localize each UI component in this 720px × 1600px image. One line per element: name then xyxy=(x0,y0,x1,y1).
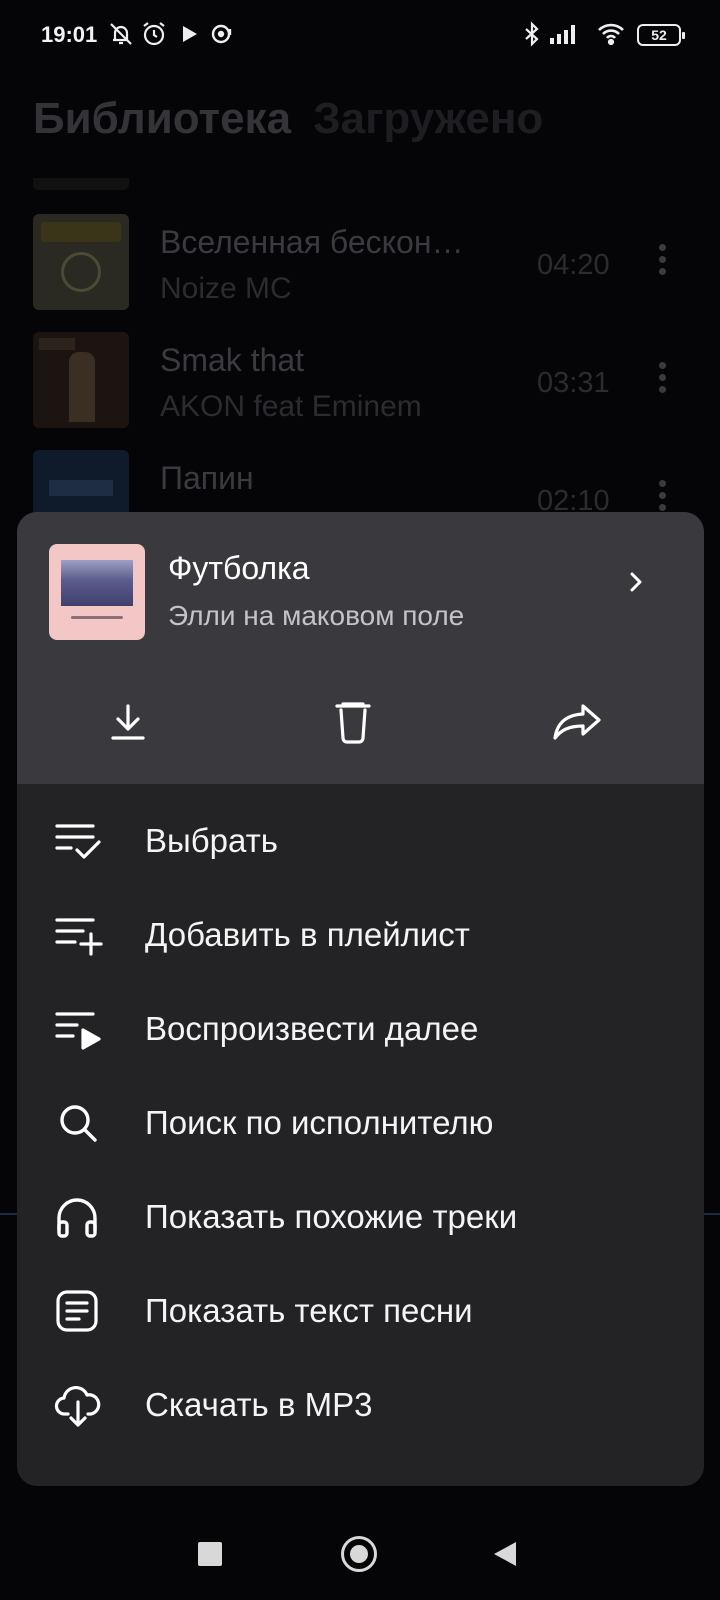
track-cover xyxy=(33,214,129,310)
bluetooth-icon xyxy=(525,21,539,47)
bell-off-icon xyxy=(110,23,132,45)
battery-indicator: 52 xyxy=(637,24,685,46)
download-button[interactable] xyxy=(98,692,158,752)
track-cover xyxy=(33,332,129,428)
chevron-right-icon[interactable] xyxy=(621,567,651,597)
track-artist: Noize MC xyxy=(160,272,292,305)
status-bar: 19:01 52 xyxy=(0,0,720,70)
menu-label: Воспроизвести далее xyxy=(145,1010,479,1047)
tab-downloaded[interactable]: Загружено xyxy=(313,94,543,143)
more-vert-icon[interactable] xyxy=(655,244,669,284)
vinyl-icon xyxy=(211,24,232,44)
track-cover xyxy=(33,450,129,520)
signal-icon xyxy=(550,25,575,44)
track-row[interactable]: Smak that AKON feat Eminem 03:31 xyxy=(0,332,720,450)
menu-item-add-to-playlist[interactable]: Добавить в плейлист xyxy=(17,888,704,982)
track-duration: 04:20 xyxy=(537,249,610,281)
wifi-icon xyxy=(598,23,624,46)
track-cover xyxy=(49,544,145,640)
share-icon xyxy=(553,704,601,740)
play-next-icon xyxy=(55,1012,101,1050)
menu-label: Показать текст песни xyxy=(145,1292,473,1329)
menu-item-select[interactable]: Выбрать xyxy=(17,794,704,888)
menu-item-search-artist[interactable]: Поиск по исполнителю xyxy=(17,1076,704,1170)
sheet-track-artist[interactable]: Элли на маковом поле xyxy=(168,600,464,632)
download-icon xyxy=(111,704,145,740)
playlist-add-icon xyxy=(55,918,103,956)
sheet-header: Футболка Элли на маковом поле xyxy=(17,512,704,784)
more-vert-icon[interactable] xyxy=(655,362,669,402)
menu-label: Скачать в MP3 xyxy=(145,1386,373,1423)
menu-item-download-mp3[interactable]: Скачать в MP3 xyxy=(17,1358,704,1452)
search-icon xyxy=(60,1105,97,1142)
sheet-track-title[interactable]: Футболка xyxy=(168,550,310,587)
home-button[interactable] xyxy=(341,1536,377,1572)
menu-label: Выбрать xyxy=(145,822,278,859)
headphones-icon xyxy=(57,1198,97,1238)
track-row[interactable]: Вселенная бескон… Noize MC 04:20 xyxy=(0,214,720,332)
recents-button[interactable] xyxy=(198,1542,222,1566)
menu-item-lyrics[interactable]: Показать текст песни xyxy=(17,1264,704,1358)
menu-label: Показать похожие треки xyxy=(145,1198,518,1235)
tab-library[interactable]: Библиотека xyxy=(33,94,291,143)
share-button[interactable] xyxy=(547,692,607,752)
track-options-sheet: Футболка Элли на маковом поле Выбрать До… xyxy=(17,512,704,1486)
library-tabs: Библиотека Загружено xyxy=(33,94,543,144)
menu-label: Поиск по исполнителю xyxy=(145,1104,494,1141)
select-list-icon xyxy=(55,824,101,859)
track-duration: 03:31 xyxy=(537,367,610,399)
track-title: Вселенная бескон… xyxy=(160,224,464,260)
menu-item-similar-tracks[interactable]: Показать похожие треки xyxy=(17,1170,704,1264)
menu-item-play-next[interactable]: Воспроизвести далее xyxy=(17,982,704,1076)
delete-button[interactable] xyxy=(323,692,383,752)
partial-cover xyxy=(33,178,129,190)
track-title: Smak that xyxy=(160,342,305,378)
play-status-icon xyxy=(183,26,197,42)
back-button[interactable] xyxy=(492,1540,518,1568)
trash-icon xyxy=(335,702,371,744)
track-artist: AKON feat Eminem xyxy=(160,390,422,423)
lyrics-icon xyxy=(56,1290,98,1332)
status-time: 19:01 xyxy=(41,22,98,47)
track-title: Папин xyxy=(160,460,254,496)
alarm-icon xyxy=(143,22,165,46)
menu-label: Добавить в плейлист xyxy=(145,916,470,953)
cloud-download-icon xyxy=(54,1385,101,1427)
